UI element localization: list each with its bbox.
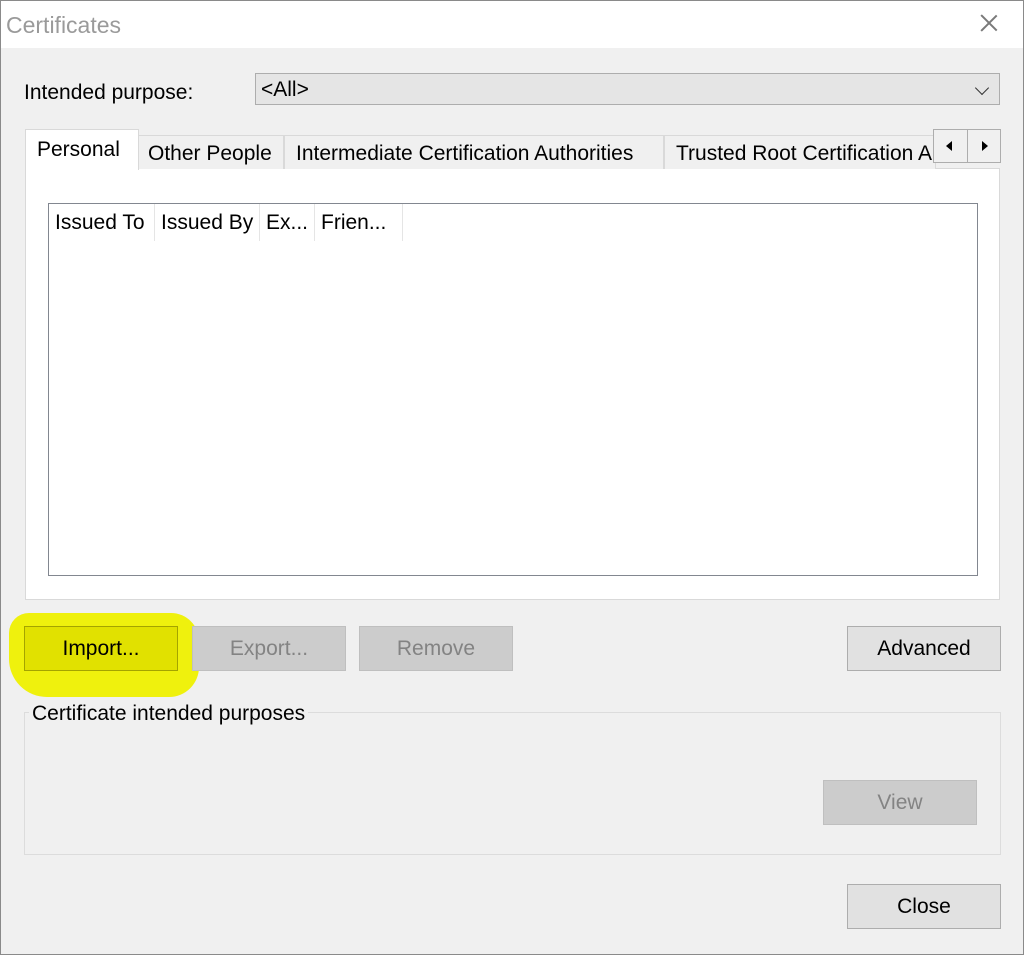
scroll-left-icon [946, 141, 952, 151]
column-header-friendly-name[interactable]: Frien... [315, 204, 403, 241]
window-title: Certificates [6, 12, 122, 38]
tab-personal[interactable]: Personal [25, 129, 139, 170]
certificate-list[interactable]: Issued To Issued By Ex... Frien... [48, 203, 978, 576]
chevron-down-icon [974, 80, 990, 96]
column-header-issued-to[interactable]: Issued To [49, 204, 155, 241]
tab-intermediate-certification-authorities[interactable]: Intermediate Certification Authorities [284, 135, 664, 169]
intended-purpose-value: <All> [261, 78, 309, 101]
column-header-expiration[interactable]: Ex... [260, 204, 315, 241]
tab-label: Personal [37, 138, 120, 161]
tab-trusted-root-certification-authorities[interactable]: Trusted Root Certification Authorities [664, 135, 936, 169]
tab-other-people[interactable]: Other People [136, 135, 284, 169]
column-header-issued-by[interactable]: Issued By [155, 204, 260, 241]
tab-scroll-left-button[interactable] [934, 130, 968, 162]
tab-label: Intermediate Certification Authorities [296, 142, 634, 165]
tab-scroll-right-button[interactable] [968, 130, 1001, 162]
title-bar: Certificates [1, 1, 1023, 48]
close-button[interactable]: Close [847, 884, 1001, 929]
export-button[interactable]: Export... [192, 626, 346, 671]
close-icon[interactable] [974, 9, 1004, 39]
certificate-intended-purposes-label: Certificate intended purposes [29, 702, 309, 726]
advanced-button[interactable]: Advanced [847, 626, 1001, 671]
remove-button[interactable]: Remove [359, 626, 513, 671]
intended-purpose-label: Intended purpose: [24, 81, 194, 104]
certificates-dialog: Certificates Intended purpose: <All> Per… [0, 0, 1024, 955]
tab-label: Other People [148, 142, 272, 165]
scroll-right-icon [982, 141, 988, 151]
import-button[interactable]: Import... [24, 626, 178, 671]
tab-label: Trusted Root Certification Authorities [676, 142, 935, 165]
intended-purpose-dropdown[interactable]: <All> [255, 73, 1000, 105]
view-button[interactable]: View [823, 780, 977, 825]
tab-scroll-buttons [933, 129, 1001, 163]
